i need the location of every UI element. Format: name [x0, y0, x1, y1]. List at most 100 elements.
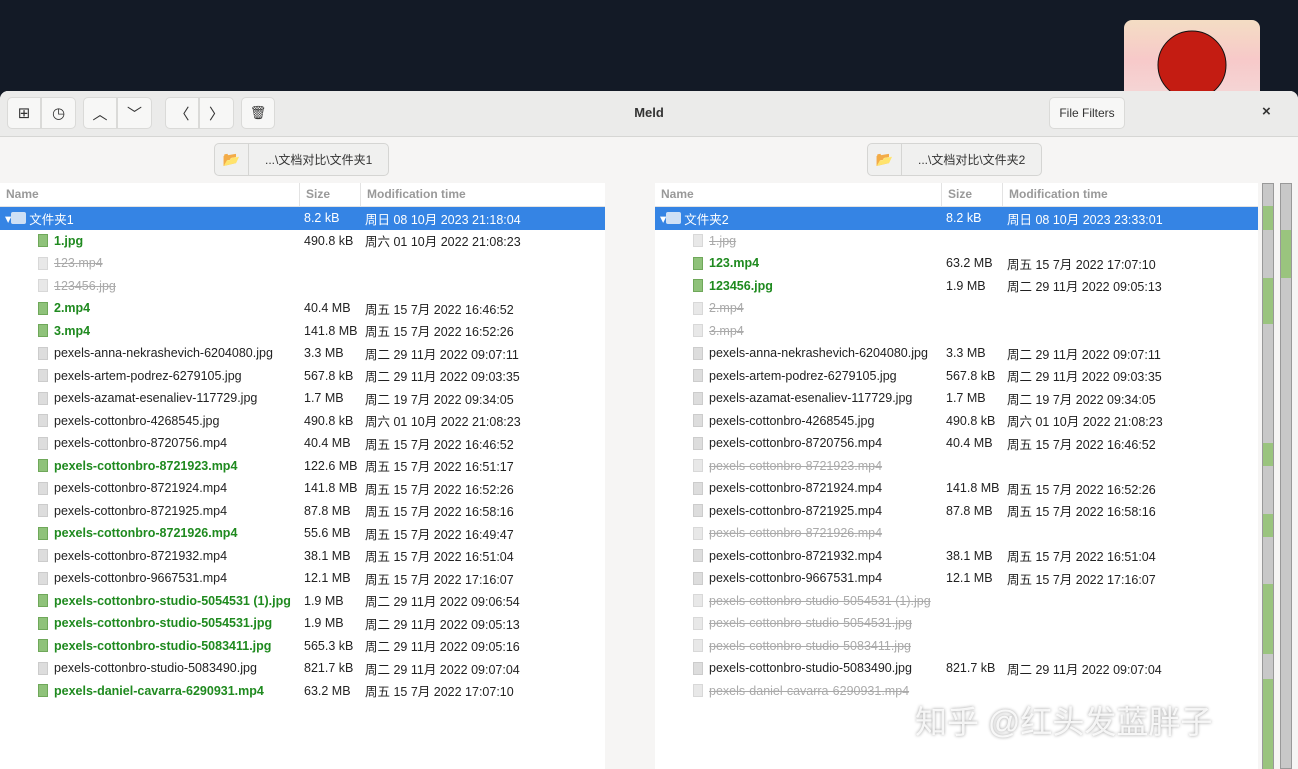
right-diff-map[interactable] [1280, 183, 1292, 769]
file-icon [693, 391, 703, 405]
file-name: pexels-cottonbro-4268545.jpg [709, 413, 875, 428]
file-name-cell: 2.mp4 [0, 301, 90, 315]
file-name-cell: 3.mp4 [0, 324, 90, 338]
file-size: 63.2 MB [304, 683, 351, 698]
modification-time: 周二 29 11月 2022 09:07:04 [1007, 662, 1162, 677]
file-name-cell: pexels-cottonbro-9667531.mp4 [655, 571, 882, 585]
file-name: 123456.jpg [709, 278, 773, 293]
file-row[interactable]: 3.mp4 141.8 MB 周五 15 7月 2022 16:52:26 [0, 320, 605, 343]
file-row[interactable]: 2.mp4 [655, 297, 1258, 320]
modification-time: 周二 29 11月 2022 09:03:35 [365, 370, 520, 385]
file-row[interactable]: pexels-cottonbro-studio-5054531 (1).jpg [655, 590, 1258, 613]
file-row[interactable]: pexels-cottonbro-4268545.jpg 490.8 kB 周六 0… [655, 410, 1258, 433]
close-icon[interactable]: × [1262, 103, 1271, 120]
file-name: pexels-cottonbro-studio-5083411.jpg [54, 638, 272, 653]
header-modification-time[interactable]: Modification time [1003, 183, 1258, 206]
modification-time: 周二 29 11月 2022 09:05:16 [365, 640, 520, 655]
file-name-cell: pexels-cottonbro-8721932.mp4 [0, 549, 227, 563]
file-icon [693, 684, 703, 698]
file-row[interactable]: pexels-cottonbro-8721924.mp4 141.8 MB 周五 1… [655, 477, 1258, 500]
file-row[interactable]: pexels-cottonbro-9667531.mp4 12.1 MB 周五 15… [655, 567, 1258, 590]
file-icon [38, 301, 48, 315]
folder-open-icon[interactable]: 📂 [868, 144, 902, 175]
file-row[interactable]: pexels-cottonbro-studio-5083490.jpg 821.7… [655, 657, 1258, 680]
file-name: 1.jpg [54, 233, 84, 248]
modification-time: 周二 29 11月 2022 09:06:54 [365, 595, 520, 610]
right-path-chooser[interactable]: 📂 ...\文档对比\文件夹2 [867, 143, 1043, 176]
file-row[interactable]: pexels-cottonbro-8721926.mp4 [655, 522, 1258, 545]
file-row[interactable]: pexels-cottonbro-9667531.mp4 12.1 MB 周五 15… [0, 567, 605, 590]
file-row[interactable]: pexels-cottonbro-8720756.mp4 40.4 MB 周五 15… [655, 432, 1258, 455]
file-row[interactable]: pexels-cottonbro-studio-5054531.jpg [655, 612, 1258, 635]
file-row[interactable]: pexels-cottonbro-studio-5054531 (1).jpg 1… [0, 590, 605, 613]
file-size: 141.8 MB [946, 481, 1000, 496]
file-filters-button[interactable]: File Filters [1049, 97, 1125, 129]
modification-time: 周五 15 7月 2022 16:46:52 [1007, 437, 1156, 452]
file-size: 141.8 MB [304, 323, 358, 338]
file-row[interactable]: pexels-cottonbro-studio-5083490.jpg 821.7… [0, 657, 605, 680]
file-name-cell: pexels-cottonbro-9667531.mp4 [0, 571, 227, 585]
file-row[interactable]: pexels-azamat-esenaliev-117729.jpg 1.7 MB… [0, 387, 605, 410]
file-row[interactable]: 123456.jpg [0, 275, 605, 298]
header-size[interactable]: Size [300, 183, 361, 206]
file-row[interactable]: pexels-cottonbro-8721925.mp4 87.8 MB 周五 15… [0, 500, 605, 523]
file-row[interactable]: pexels-anna-nekrashevich-6204080.jpg 3.3 … [655, 342, 1258, 365]
file-name: pexels-cottonbro-studio-5083411.jpg [709, 638, 911, 653]
file-row[interactable]: pexels-cottonbro-8721923.mp4 122.6 MB 周五 1… [0, 455, 605, 478]
file-row[interactable]: pexels-cottonbro-studio-5083411.jpg [655, 635, 1258, 658]
file-icon [693, 594, 703, 608]
file-name: pexels-cottonbro-8720756.mp4 [709, 436, 883, 451]
file-row[interactable]: 1.jpg [655, 230, 1258, 253]
file-row[interactable]: pexels-cottonbro-8721932.mp4 38.1 MB 周五 15… [0, 545, 605, 568]
file-name: 123.mp4 [709, 256, 760, 271]
left-path[interactable]: ...\文档对比\文件夹1 [249, 144, 388, 175]
file-icon [693, 279, 703, 293]
modification-time: 周二 29 11月 2022 09:05:13 [365, 617, 520, 632]
file-row[interactable]: pexels-cottonbro-8720756.mp4 40.4 MB 周五 15… [0, 432, 605, 455]
file-row[interactable]: pexels-cottonbro-8721924.mp4 141.8 MB 周五 1… [0, 477, 605, 500]
left-diff-map[interactable] [1262, 183, 1274, 769]
right-folder-pane[interactable]: Name Size Modification time ▾ 文件夹2 8.2 kB… [655, 183, 1258, 769]
file-row[interactable]: 2.mp4 40.4 MB 周五 15 7月 2022 16:46:52 [0, 297, 605, 320]
file-row[interactable]: pexels-cottonbro-8721926.mp4 55.6 MB 周五 15… [0, 522, 605, 545]
file-name: pexels-cottonbro-9667531.mp4 [709, 571, 883, 586]
file-row[interactable]: pexels-daniel-cavarra-6290931.mp4 63.2 MB… [0, 680, 605, 703]
folder-row[interactable]: ▾ 文件夹2 8.2 kB 周日 08 10月 2023 23:33:01 [655, 207, 1258, 230]
file-row[interactable]: pexels-cottonbro-8721932.mp4 38.1 MB 周五 15… [655, 545, 1258, 568]
file-row[interactable]: pexels-anna-nekrashevich-6204080.jpg 3.3 … [0, 342, 605, 365]
header-size[interactable]: Size [942, 183, 1003, 206]
file-row[interactable]: pexels-cottonbro-studio-5054531.jpg 1.9 M… [0, 612, 605, 635]
folder-row[interactable]: ▾ 文件夹1 8.2 kB 周日 08 10月 2023 21:18:04 [0, 207, 605, 230]
left-path-chooser[interactable]: 📂 ...\文档对比\文件夹1 [214, 143, 390, 176]
file-size: 141.8 MB [304, 481, 358, 496]
right-path[interactable]: ...\文档对比\文件夹2 [902, 144, 1041, 175]
file-size: 567.8 kB [946, 368, 996, 383]
file-row[interactable]: pexels-cottonbro-8721925.mp4 87.8 MB 周五 15… [655, 500, 1258, 523]
file-icon [693, 549, 703, 563]
file-icon [38, 436, 48, 450]
file-row[interactable]: 123.mp4 63.2 MB 周五 15 7月 2022 17:07:10 [655, 252, 1258, 275]
file-row[interactable]: 1.jpg 490.8 kB 周六 01 10月 2022 21:08:23 [0, 230, 605, 253]
file-row[interactable]: pexels-cottonbro-4268545.jpg 490.8 kB 周六 0… [0, 410, 605, 433]
file-size: 821.7 kB [946, 661, 996, 676]
modification-time: 周六 01 10月 2022 21:08:23 [1007, 415, 1163, 430]
file-row[interactable]: pexels-cottonbro-studio-5083411.jpg 565.3… [0, 635, 605, 658]
header-modification-time[interactable]: Modification time [361, 183, 605, 206]
file-name: pexels-cottonbro-8721925.mp4 [709, 503, 883, 518]
file-row[interactable]: pexels-cottonbro-8721923.mp4 [655, 455, 1258, 478]
file-name: pexels-artem-podrez-6279105.jpg [709, 368, 897, 383]
file-row[interactable]: pexels-azamat-esenaliev-117729.jpg 1.7 MB… [655, 387, 1258, 410]
header-name[interactable]: Name [0, 183, 300, 206]
left-folder-pane[interactable]: Name Size Modification time ▾ 文件夹1 8.2 kB… [0, 183, 605, 769]
file-size: 87.8 MB [304, 503, 351, 518]
file-name-cell: pexels-cottonbro-8720756.mp4 [655, 436, 882, 450]
file-row[interactable]: pexels-artem-podrez-6279105.jpg 567.8 kB 周… [0, 365, 605, 388]
file-row[interactable]: 123.mp4 [0, 252, 605, 275]
file-row[interactable]: 3.mp4 [655, 320, 1258, 343]
folder-open-icon[interactable]: 📂 [215, 144, 249, 175]
header-name[interactable]: Name [655, 183, 942, 206]
file-name-cell: pexels-cottonbro-4268545.jpg [0, 414, 219, 428]
file-row[interactable]: pexels-artem-podrez-6279105.jpg 567.8 kB 周… [655, 365, 1258, 388]
modification-time: 周六 01 10月 2022 21:08:23 [365, 415, 521, 430]
file-row[interactable]: 123456.jpg 1.9 MB 周二 29 11月 2022 09:05:13 [655, 275, 1258, 298]
